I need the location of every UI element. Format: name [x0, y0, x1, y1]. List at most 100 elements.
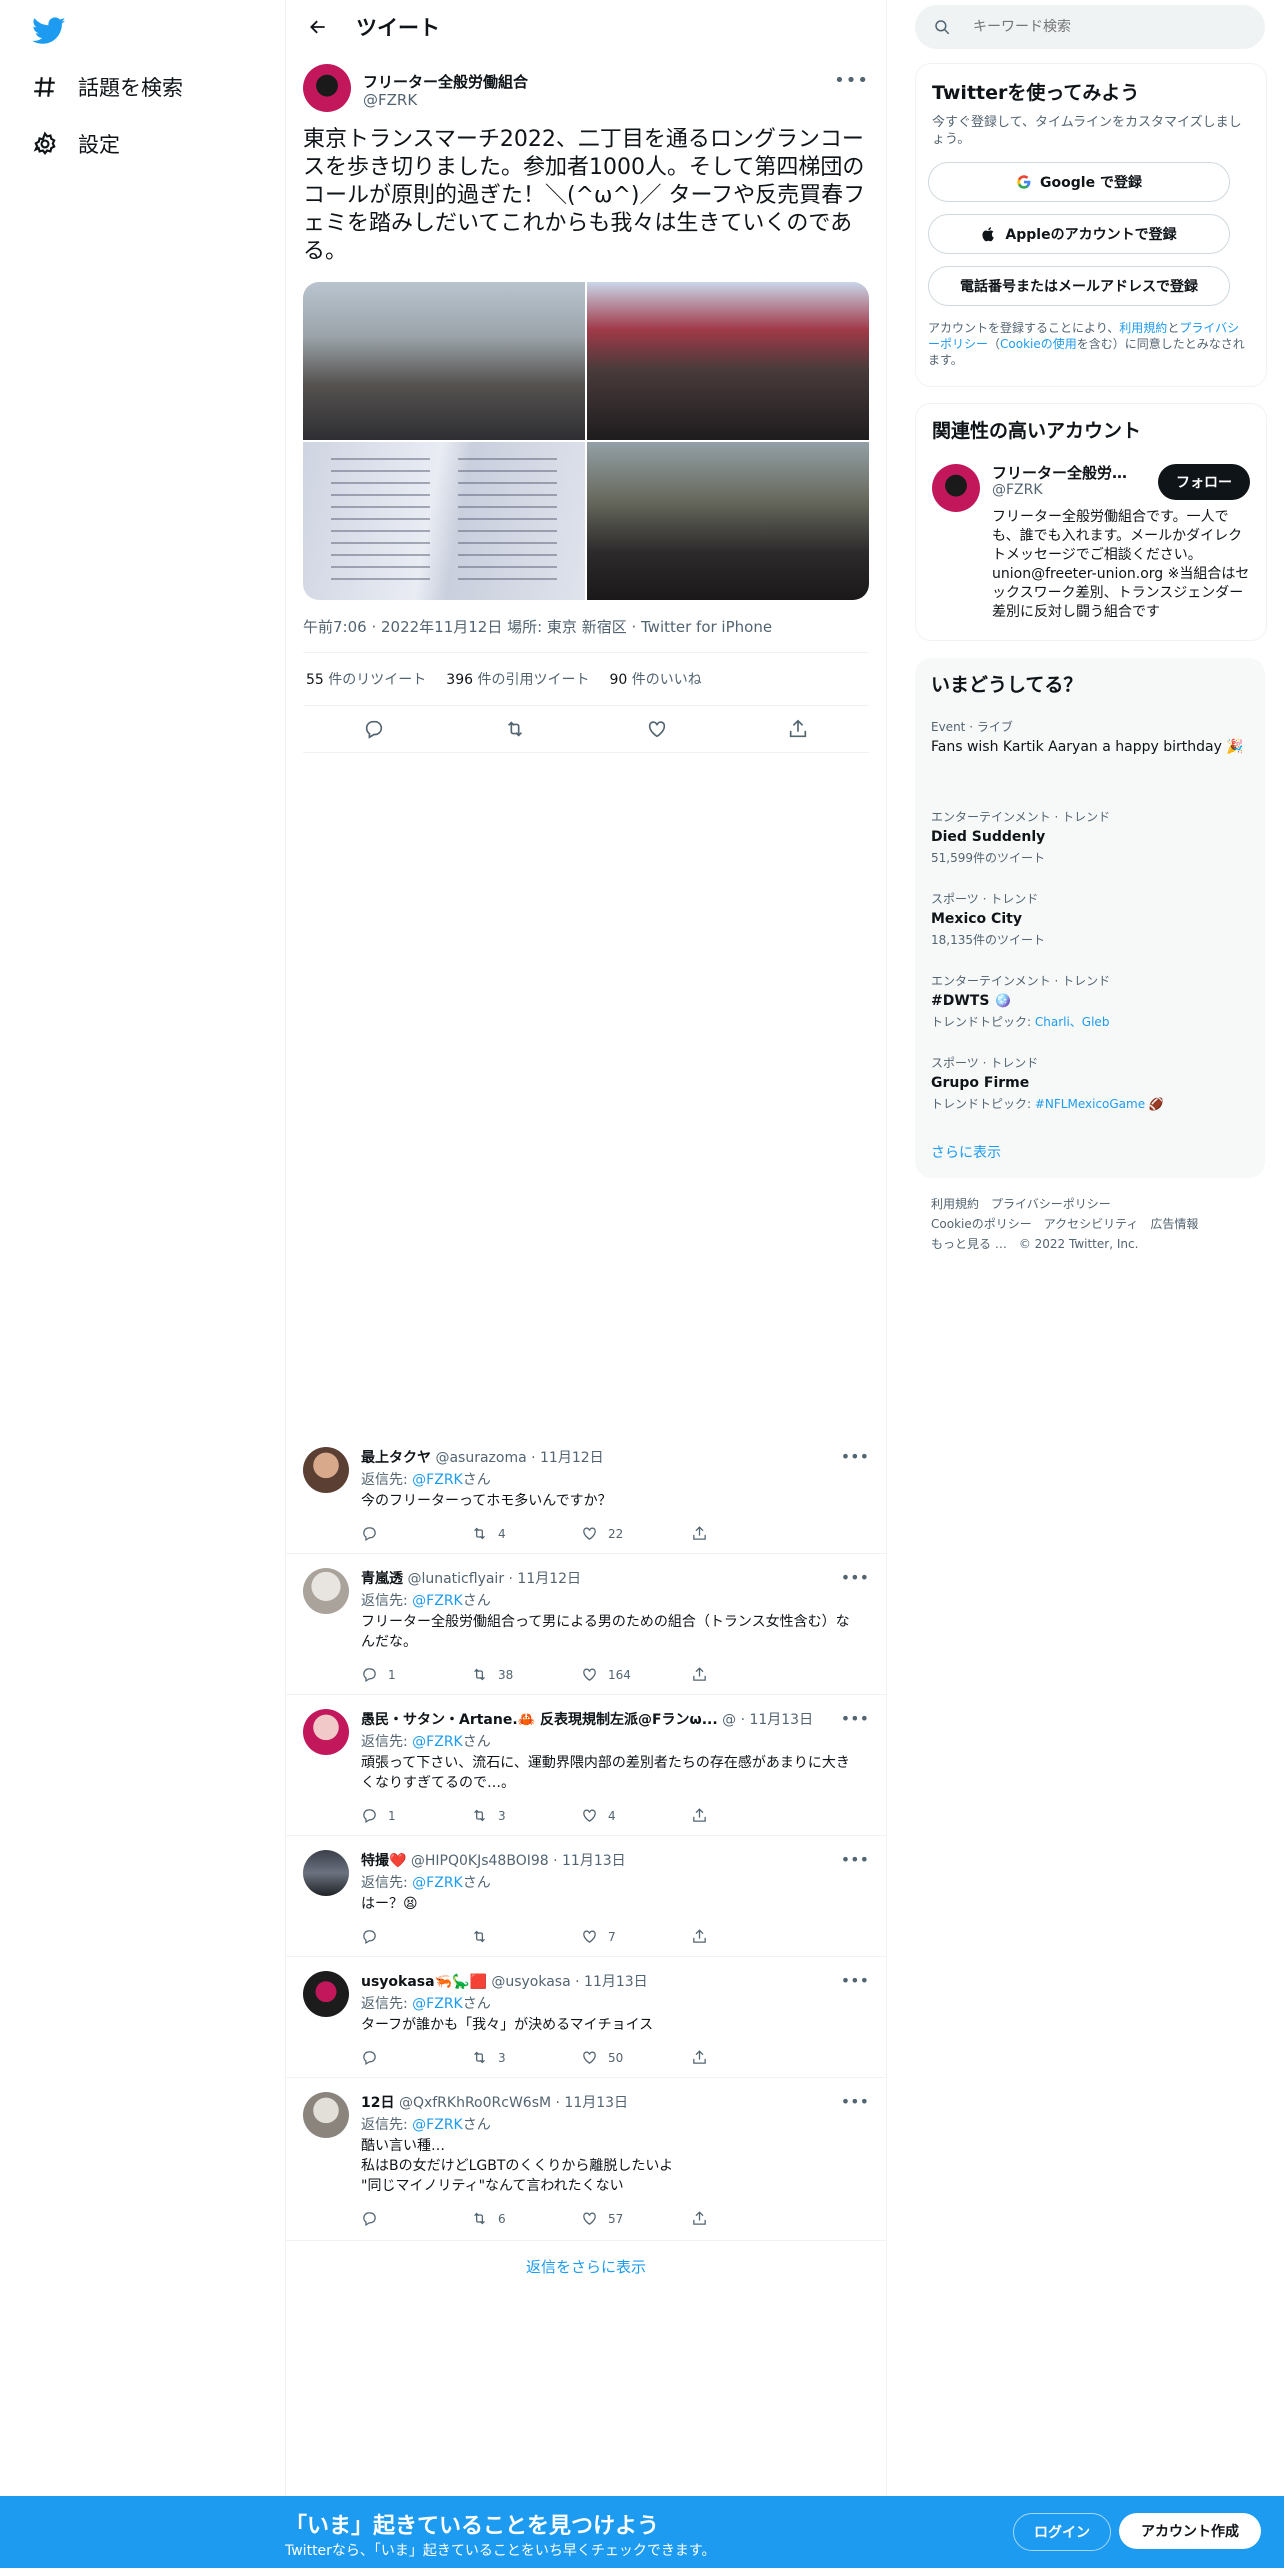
reply-author[interactable]: 最上タクヤ @asurazoma · 11月12日	[361, 1447, 604, 1467]
terms-prefix: アカウントを登録することにより、	[928, 321, 1120, 335]
avatar[interactable]	[303, 64, 351, 112]
trend-item[interactable]: スポーツ · トレンド Grupo Firme トレンドトピック: #NFLMe…	[931, 1054, 1251, 1112]
reply-to-link[interactable]: @FZRK	[412, 2117, 463, 2133]
trend-item[interactable]: エンターテインメント · トレンド Died Suddenly 51,599件の…	[931, 808, 1251, 866]
tweet-photo[interactable]	[587, 282, 869, 440]
like-button[interactable]: 4	[581, 1807, 691, 1824]
like-button[interactable]: 57	[581, 2210, 691, 2227]
reply-tweet[interactable]: usyokasa🦐🦕🟥 @usyokasa · 11月13日 ••• 返信先: …	[286, 1971, 886, 2075]
reply-tweet[interactable]: 特撮❤️ @HIPQ0KJs48BOI98 · 11月13日 ••• 返信先: …	[286, 1850, 886, 1954]
phone-email-signup-button[interactable]: 電話番号またはメールアドレスで登録	[928, 266, 1230, 306]
show-more-trends-link[interactable]: さらに表示	[931, 1142, 1001, 1162]
cookie-link[interactable]: Cookieの使用	[1000, 337, 1077, 351]
retweet-button[interactable]: 3	[471, 1807, 581, 1824]
share-button[interactable]	[691, 2210, 801, 2227]
tweet-photo[interactable]	[587, 442, 869, 600]
more-options-icon[interactable]: •••	[841, 1447, 869, 1466]
likes-stat[interactable]: 90 件のいいね	[609, 669, 701, 689]
share-button[interactable]	[691, 1666, 801, 1683]
avatar[interactable]	[303, 1850, 349, 1896]
twitter-logo-icon[interactable]	[32, 14, 66, 48]
reply-to-link[interactable]: @FZRK	[412, 1472, 463, 1488]
author-name[interactable]: フリーター全般労働組合	[363, 71, 528, 92]
reply-tweet[interactable]: 最上タクヤ @asurazoma · 11月12日 ••• 返信先: @FZRK…	[286, 1447, 886, 1553]
retweet-button[interactable]	[471, 1928, 581, 1945]
back-button[interactable]	[300, 9, 336, 45]
avatar[interactable]	[303, 1709, 349, 1755]
reply-author[interactable]: 青嵐透 @lunaticflyair · 11月12日	[361, 1568, 581, 1588]
more-options-icon[interactable]: •••	[841, 1568, 869, 1587]
reply-button[interactable]	[361, 1525, 471, 1542]
quotes-stat[interactable]: 396 件の引用ツイート	[446, 669, 589, 689]
trend-topic-link[interactable]: #NFLMexicoGame 🏈	[1035, 1097, 1164, 1111]
google-signup-button[interactable]: Google で登録	[928, 162, 1230, 202]
reply-author[interactable]: 愚民・サタン・Artane.🦀 反表現規制左派@Fランω... @ · 11月1…	[361, 1709, 813, 1729]
reply-author[interactable]: usyokasa🦐🦕🟥 @usyokasa · 11月13日	[361, 1971, 648, 1991]
more-options-icon[interactable]: •••	[841, 1709, 869, 1728]
create-account-button[interactable]: アカウント作成	[1119, 2513, 1261, 2549]
reply-to-link[interactable]: @FZRK	[412, 1734, 463, 1750]
retweet-button[interactable]: 6	[471, 2210, 581, 2227]
trend-item[interactable]: Event · ライブ Fans wish Kartik Aaryan a ha…	[931, 718, 1251, 755]
reply-button[interactable]: 1	[361, 1807, 471, 1824]
terms-link[interactable]: 利用規約	[1119, 321, 1167, 335]
reply-date: · 11月13日	[740, 1712, 814, 1728]
tweet-photo[interactable]	[303, 282, 585, 440]
trend-item[interactable]: エンターテインメント · トレンド #DWTS 🪩 トレンドトピック: Char…	[931, 972, 1251, 1030]
share-button[interactable]	[691, 1525, 801, 1542]
share-button[interactable]	[691, 1807, 801, 1824]
apple-signup-button[interactable]: Appleのアカウントで登録	[928, 214, 1230, 254]
trend-topic-link[interactable]: Charli、Gleb	[1035, 1015, 1110, 1029]
retweet-button[interactable]: 4	[471, 1525, 581, 1542]
more-options-icon[interactable]: •••	[841, 1850, 869, 1869]
nav-explore[interactable]: 話題を検索	[32, 67, 183, 107]
footer-line[interactable]: もっと見る … © 2022 Twitter, Inc.	[931, 1234, 1261, 1254]
reply-button[interactable]	[361, 2049, 471, 2066]
reply-tweet[interactable]: 青嵐透 @lunaticflyair · 11月12日 ••• 返信先: @FZ…	[286, 1568, 886, 1692]
avatar[interactable]	[303, 1568, 349, 1614]
more-options-icon[interactable]: •••	[834, 70, 869, 91]
search-input[interactable]	[971, 18, 1235, 36]
avatar[interactable]	[303, 1971, 349, 2017]
avatar[interactable]	[303, 1447, 349, 1493]
reply-tweet[interactable]: 12日 @QxfRKhRo0RcW6sM · 11月13日 ••• 返信先: @…	[286, 2092, 886, 2238]
reply-to-link[interactable]: @FZRK	[412, 1996, 463, 2012]
more-options-icon[interactable]: •••	[841, 1971, 869, 1990]
share-button[interactable]	[781, 712, 815, 746]
reply-button[interactable]	[357, 712, 391, 746]
retweet-button[interactable]	[498, 712, 532, 746]
reply-tweet[interactable]: 愚民・サタン・Artane.🦀 反表現規制左派@Fランω... @ · 11月1…	[286, 1709, 886, 1833]
follow-button[interactable]: フォロー	[1158, 464, 1250, 500]
footer-line[interactable]: Cookieのポリシー アクセシビリティ 広告情報	[931, 1214, 1261, 1234]
reply-button[interactable]: 1	[361, 1666, 471, 1683]
related-account-name[interactable]: フリーター全般労働...	[992, 462, 1142, 483]
reply-author[interactable]: 12日 @QxfRKhRo0RcW6sM · 11月13日	[361, 2092, 628, 2112]
retweet-button[interactable]: 38	[471, 1666, 581, 1683]
reply-author[interactable]: 特撮❤️ @HIPQ0KJs48BOI98 · 11月13日	[361, 1850, 626, 1870]
footer-line[interactable]: 利用規約 プライバシーポリシー	[931, 1194, 1261, 1214]
more-options-icon[interactable]: •••	[841, 2092, 869, 2111]
reply-button[interactable]	[361, 1928, 471, 1945]
trend-item[interactable]: スポーツ · トレンド Mexico City 18,135件のツイート	[931, 890, 1251, 948]
reply-to-link[interactable]: @FZRK	[412, 1875, 463, 1891]
share-button[interactable]	[691, 1928, 801, 1945]
author-handle[interactable]: @FZRK	[363, 91, 417, 109]
login-button[interactable]: ログイン	[1013, 2513, 1111, 2551]
share-button[interactable]	[691, 2049, 801, 2066]
like-button[interactable]: 22	[581, 1525, 691, 1542]
like-button[interactable]: 50	[581, 2049, 691, 2066]
related-account-handle[interactable]: @FZRK	[992, 482, 1043, 498]
avatar[interactable]	[932, 464, 980, 512]
like-button[interactable]: 7	[581, 1928, 691, 1945]
avatar[interactable]	[303, 2092, 349, 2138]
reply-to-link[interactable]: @FZRK	[412, 1593, 463, 1609]
retweet-button[interactable]: 3	[471, 2049, 581, 2066]
search-box[interactable]	[915, 5, 1265, 49]
tweet-photo[interactable]	[303, 442, 585, 600]
show-more-replies-link[interactable]: 返信をさらに表示	[286, 2256, 886, 2277]
retweets-stat[interactable]: 55 件のリツイート	[306, 669, 426, 689]
nav-settings[interactable]: 設定	[32, 124, 120, 164]
reply-button[interactable]	[361, 2210, 471, 2227]
like-button[interactable]	[640, 712, 674, 746]
like-button[interactable]: 164	[581, 1666, 691, 1683]
